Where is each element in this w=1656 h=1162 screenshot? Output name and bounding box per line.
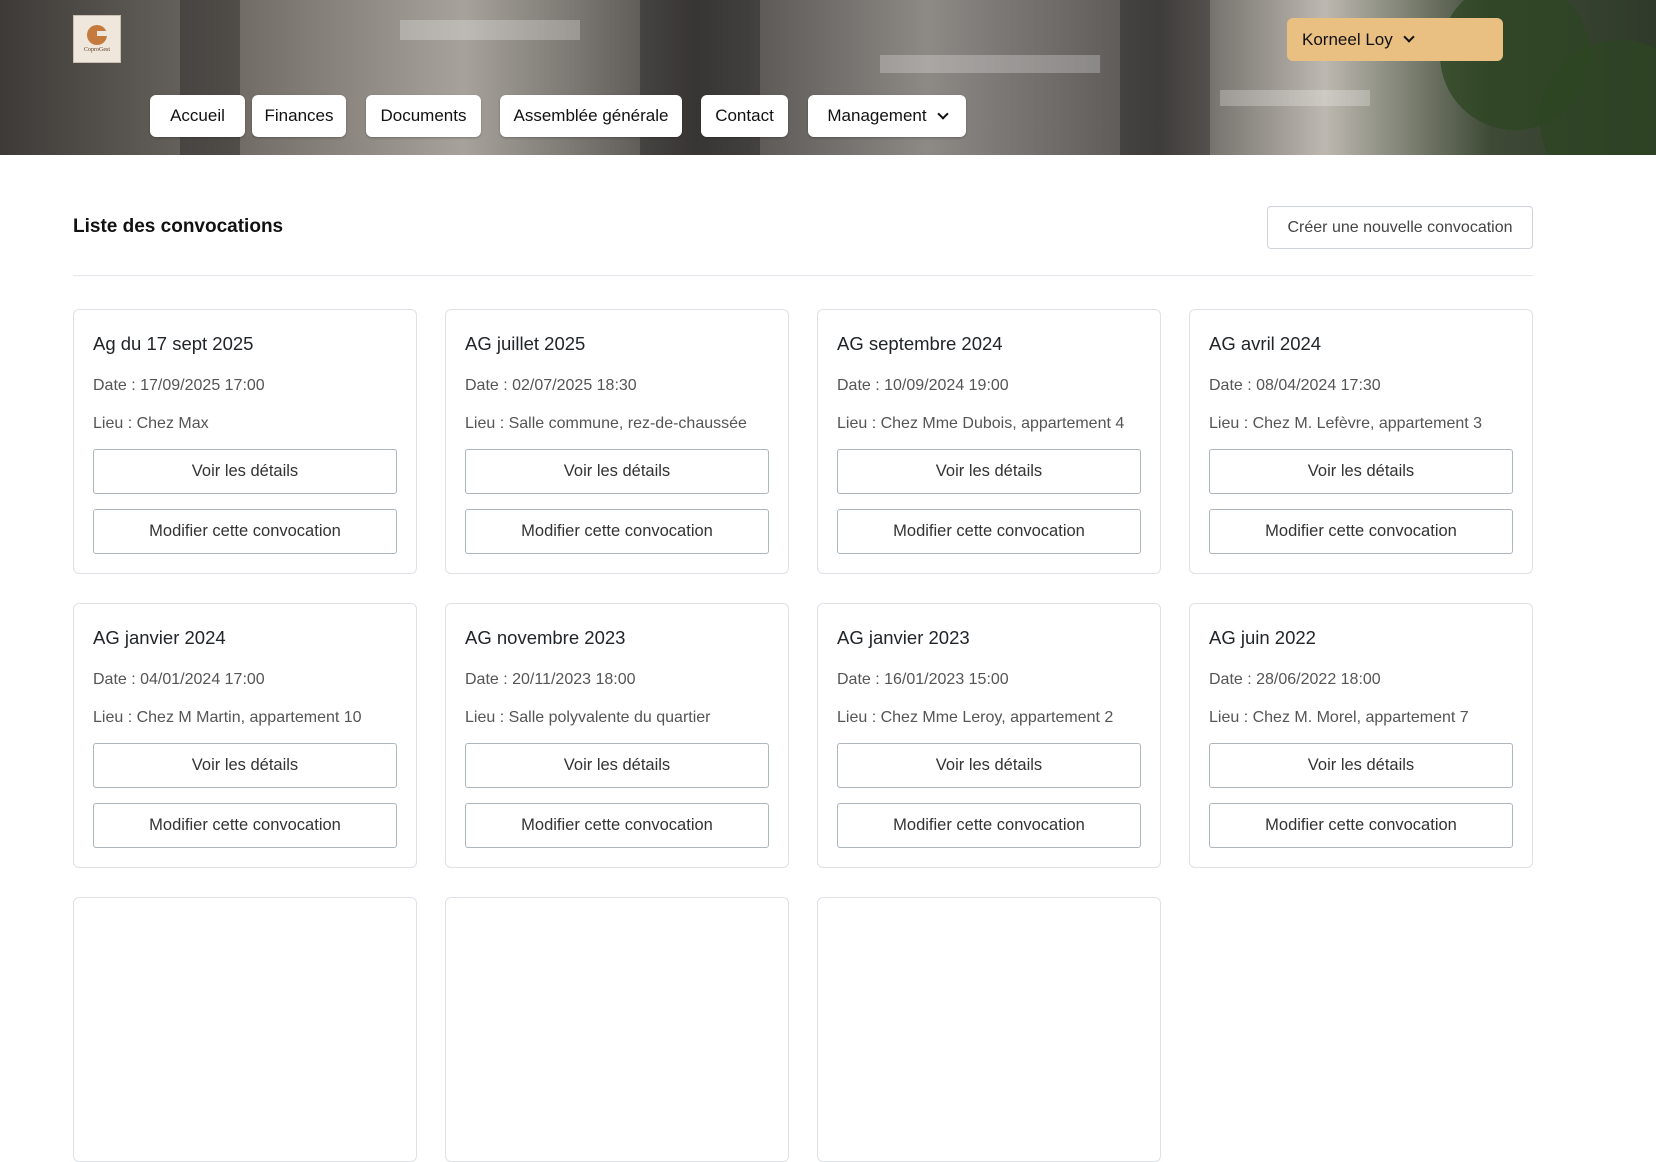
edit-convocation-button[interactable]: Modifier cette convocation bbox=[1209, 803, 1513, 848]
card-location: Lieu : Chez Max bbox=[93, 415, 209, 432]
nav-label: Documents bbox=[380, 106, 467, 125]
nav-assemblee-generale[interactable]: Assemblée générale bbox=[500, 95, 682, 137]
user-name: Korneel Loy bbox=[1302, 29, 1393, 49]
card-title: AG janvier 2023 bbox=[837, 627, 970, 648]
view-details-button[interactable]: Voir les détails bbox=[837, 449, 1141, 494]
logo-mark-icon bbox=[87, 25, 109, 45]
nav-label: Accueil bbox=[170, 106, 225, 125]
chevron-down-icon bbox=[1403, 31, 1415, 43]
convocation-card-partial bbox=[817, 897, 1161, 1162]
view-details-button[interactable]: Voir les détails bbox=[93, 743, 397, 788]
view-details-button[interactable]: Voir les détails bbox=[93, 449, 397, 494]
card-title: AG novembre 2023 bbox=[465, 627, 626, 648]
card-title: AG janvier 2024 bbox=[93, 627, 226, 648]
convocation-card: AG juin 2022 Date : 28/06/2022 18:00 Lie… bbox=[1189, 603, 1533, 868]
card-date: Date : 17/09/2025 17:00 bbox=[93, 377, 265, 394]
card-date: Date : 08/04/2024 17:30 bbox=[1209, 377, 1381, 394]
card-date: Date : 02/07/2025 18:30 bbox=[465, 377, 637, 394]
card-location: Lieu : Salle commune, rez-de-chaussée bbox=[465, 415, 747, 432]
card-title: AG avril 2024 bbox=[1209, 333, 1322, 354]
card-location: Lieu : Chez Mme Leroy, appartement 2 bbox=[837, 709, 1114, 726]
banner-balcony-shape bbox=[1220, 90, 1370, 106]
card-title: Ag du 17 sept 2025 bbox=[93, 333, 254, 354]
chevron-down-icon bbox=[936, 107, 949, 120]
convocation-card: AG janvier 2023 Date : 16/01/2023 15:00 … bbox=[817, 603, 1161, 868]
card-location: Lieu : Salle polyvalente du quartier bbox=[465, 709, 711, 726]
edit-convocation-button[interactable]: Modifier cette convocation bbox=[465, 803, 769, 848]
nav-documents[interactable]: Documents bbox=[366, 95, 481, 137]
banner-balcony-shape bbox=[400, 20, 580, 40]
edit-convocation-button[interactable]: Modifier cette convocation bbox=[93, 803, 397, 848]
edit-convocation-button[interactable]: Modifier cette convocation bbox=[93, 509, 397, 554]
convocation-card: AG avril 2024 Date : 08/04/2024 17:30 Li… bbox=[1189, 309, 1533, 574]
convocation-card: AG janvier 2024 Date : 04/01/2024 17:00 … bbox=[73, 603, 417, 868]
convocation-card: Ag du 17 sept 2025 Date : 17/09/2025 17:… bbox=[73, 309, 417, 574]
convocation-card: AG novembre 2023 Date : 20/11/2023 18:00… bbox=[445, 603, 789, 868]
convocation-card-partial bbox=[73, 897, 417, 1162]
card-location: Lieu : Chez M Martin, appartement 10 bbox=[93, 709, 362, 726]
card-date: Date : 20/11/2023 18:00 bbox=[465, 671, 636, 688]
nav-label: Contact bbox=[715, 106, 774, 125]
nav-accueil[interactable]: Accueil bbox=[150, 95, 245, 137]
card-date: Date : 16/01/2023 15:00 bbox=[837, 671, 1009, 688]
logo-text: CoproGest bbox=[84, 47, 110, 53]
edit-convocation-button[interactable]: Modifier cette convocation bbox=[837, 509, 1141, 554]
edit-convocation-button[interactable]: Modifier cette convocation bbox=[1209, 509, 1513, 554]
nav-management[interactable]: Management bbox=[808, 95, 966, 137]
banner-balcony-shape bbox=[880, 55, 1100, 73]
convocation-card: AG juillet 2025 Date : 02/07/2025 18:30 … bbox=[445, 309, 789, 574]
card-title: AG juin 2022 bbox=[1209, 627, 1316, 648]
view-details-button[interactable]: Voir les détails bbox=[465, 449, 769, 494]
nav-label: Assemblée générale bbox=[513, 106, 669, 125]
convocation-card: AG septembre 2024 Date : 10/09/2024 19:0… bbox=[817, 309, 1161, 574]
user-menu-button[interactable]: Korneel Loy bbox=[1287, 18, 1503, 61]
card-date: Date : 10/09/2024 19:00 bbox=[837, 377, 1009, 394]
view-details-button[interactable]: Voir les détails bbox=[1209, 449, 1513, 494]
nav-finances[interactable]: Finances bbox=[252, 95, 346, 137]
nav-label: Management bbox=[827, 106, 927, 125]
card-date: Date : 28/06/2022 18:00 bbox=[1209, 671, 1381, 688]
nav-contact[interactable]: Contact bbox=[701, 95, 788, 137]
banner-building-shape bbox=[1120, 0, 1210, 155]
card-location: Lieu : Chez M. Morel, appartement 7 bbox=[1209, 709, 1469, 726]
create-convocation-button[interactable]: Créer une nouvelle convocation bbox=[1267, 206, 1533, 249]
card-location: Lieu : Chez M. Lefèvre, appartement 3 bbox=[1209, 415, 1483, 432]
edit-convocation-button[interactable]: Modifier cette convocation bbox=[837, 803, 1141, 848]
view-details-button[interactable]: Voir les détails bbox=[1209, 743, 1513, 788]
view-details-button[interactable]: Voir les détails bbox=[465, 743, 769, 788]
nav-label: Finances bbox=[264, 106, 334, 125]
page-title: Liste des convocations bbox=[73, 216, 284, 237]
card-date: Date : 04/01/2024 17:00 bbox=[93, 671, 265, 688]
header-banner: CoproGest Accueil Finances Documents Ass… bbox=[0, 0, 1656, 155]
card-title: AG septembre 2024 bbox=[837, 333, 1003, 354]
view-details-button[interactable]: Voir les détails bbox=[837, 743, 1141, 788]
app-logo[interactable]: CoproGest bbox=[73, 15, 121, 63]
convocation-card-partial bbox=[445, 897, 789, 1162]
card-title: AG juillet 2025 bbox=[465, 333, 586, 354]
divider bbox=[73, 275, 1533, 276]
edit-convocation-button[interactable]: Modifier cette convocation bbox=[465, 509, 769, 554]
card-location: Lieu : Chez Mme Dubois, appartement 4 bbox=[837, 415, 1125, 432]
